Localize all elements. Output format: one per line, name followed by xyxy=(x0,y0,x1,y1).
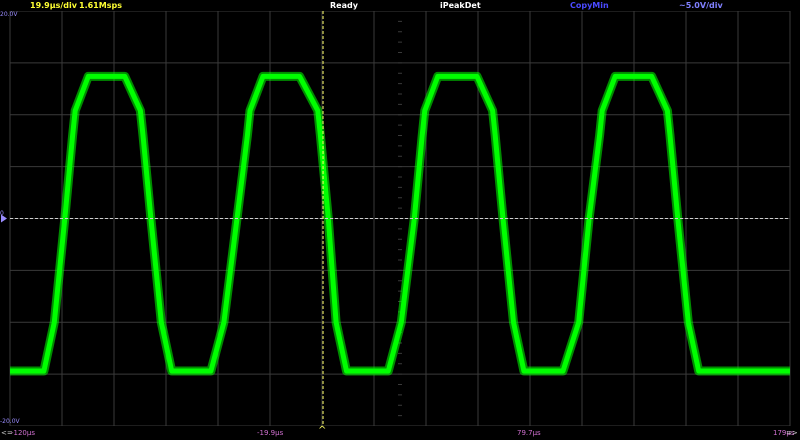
trigger-marker-up-caret-icon[interactable]: ^ xyxy=(318,425,326,437)
bottom-level-label: -20.0V xyxy=(0,418,20,425)
status-bar: 19.9µs/div 1.61Msps Ready iPeakDet CopyM… xyxy=(0,0,800,11)
scope-display xyxy=(1,10,791,427)
acquisition-mode[interactable]: iPeakDet xyxy=(440,0,481,11)
copy-min-label[interactable]: CopyMin xyxy=(570,0,609,11)
time-label-3: 79.7µs xyxy=(517,429,541,437)
top-level-label: 20.0V xyxy=(0,11,18,18)
scroll-right-arrow[interactable]: => xyxy=(786,427,798,439)
time-axis-bar: <= -120µs -19.9µs ^ 79.7µs 179µs => xyxy=(0,425,800,440)
time-label-1: -120µs xyxy=(11,429,35,437)
channel-scale-readout[interactable]: ~5.0V/div xyxy=(679,0,723,11)
acquisition-state[interactable]: Ready xyxy=(330,0,358,11)
time-label-2: -19.9µs xyxy=(257,429,284,437)
sample-rate-readout[interactable]: 1.61Msps xyxy=(79,0,122,11)
zero-level-label: 0 xyxy=(0,210,4,217)
timebase-readout[interactable]: 19.9µs/div xyxy=(30,0,77,11)
